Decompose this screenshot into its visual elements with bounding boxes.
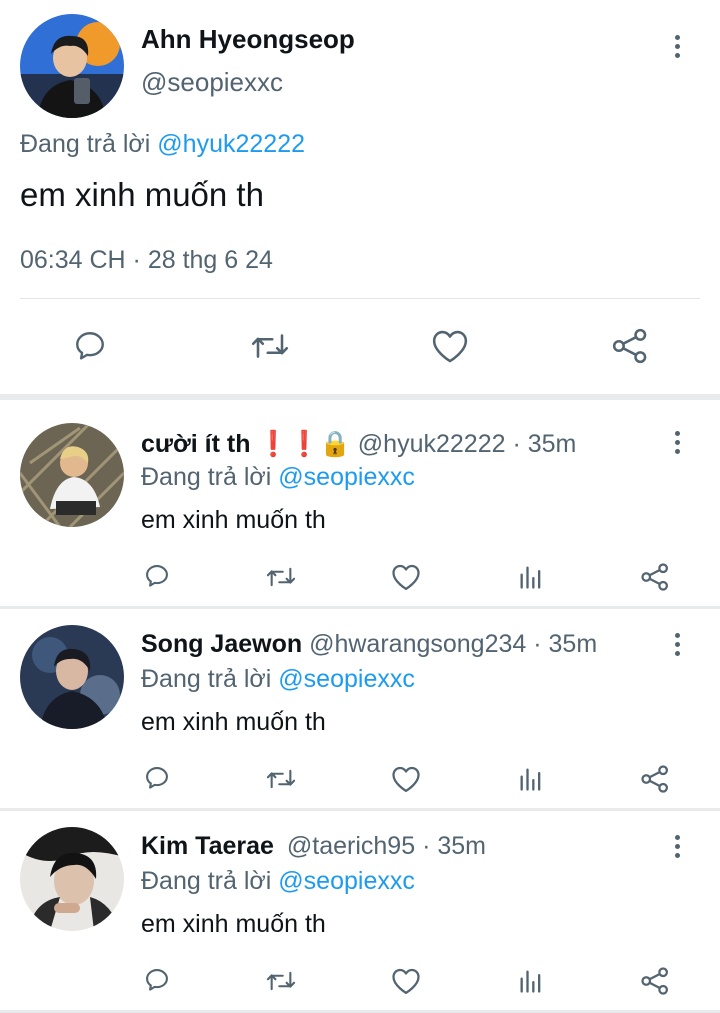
like-icon[interactable] bbox=[431, 328, 469, 364]
display-name[interactable]: Ahn Hyeongseop bbox=[141, 24, 355, 54]
display-name[interactable]: cười ít th bbox=[141, 430, 251, 458]
tweet-text: em xinh muốn th bbox=[20, 176, 264, 213]
retweet-icon[interactable] bbox=[250, 328, 290, 364]
analytics-icon[interactable] bbox=[517, 967, 545, 995]
reply-prefix: Đang trả lời bbox=[20, 130, 151, 158]
retweet-icon[interactable] bbox=[265, 563, 297, 591]
more-options-icon[interactable] bbox=[675, 835, 683, 862]
user-handle[interactable]: @hyuk22222 bbox=[358, 430, 506, 458]
reply-to-link[interactable]: @seopiexxc bbox=[278, 867, 415, 895]
avatar[interactable] bbox=[20, 827, 124, 931]
reply-context: Đang trả lời @seopiexxc bbox=[141, 461, 415, 493]
avatar[interactable] bbox=[20, 423, 124, 527]
tweet-text: em xinh muốn th bbox=[141, 708, 326, 736]
emoji-badges: ❗❗🔒 bbox=[257, 430, 351, 458]
reply-prefix: Đang trả lời bbox=[141, 463, 272, 491]
tweet-timestamp: 06:34 CH · 28 thg 6 24 bbox=[20, 246, 273, 274]
user-handle[interactable]: @seopiexxc bbox=[141, 66, 283, 98]
tweet-text: em xinh muốn th bbox=[141, 506, 326, 534]
like-icon[interactable] bbox=[391, 967, 421, 995]
like-icon[interactable] bbox=[391, 563, 421, 591]
share-icon[interactable] bbox=[640, 966, 670, 996]
reply-prefix: Đang trả lời bbox=[141, 665, 272, 693]
more-options-icon[interactable] bbox=[675, 35, 683, 62]
tweet-text: em xinh muốn th bbox=[141, 910, 326, 938]
reply-header: cười ít th ❗❗🔒 @hyuk22222 · 35m bbox=[141, 428, 576, 460]
reply-to-link[interactable]: @hyuk22222 bbox=[157, 130, 305, 158]
section-divider bbox=[0, 394, 720, 400]
reply-time: · 35m bbox=[533, 630, 598, 658]
user-handle[interactable]: @hwarangsong234 bbox=[309, 630, 526, 658]
section-divider bbox=[0, 808, 720, 811]
display-name[interactable]: Kim Taerae bbox=[141, 832, 274, 860]
section-divider bbox=[0, 606, 720, 609]
reply-prefix: Đang trả lời bbox=[141, 867, 272, 895]
like-icon[interactable] bbox=[391, 765, 421, 793]
divider bbox=[20, 298, 700, 299]
reply-to-link[interactable]: @seopiexxc bbox=[278, 665, 415, 693]
retweet-icon[interactable] bbox=[265, 967, 297, 995]
reply-header: Kim Taerae @taerich95 · 35m bbox=[141, 830, 486, 862]
retweet-icon[interactable] bbox=[265, 765, 297, 793]
reply-header: Song Jaewon @hwarangsong234 · 35m bbox=[141, 628, 597, 660]
avatar[interactable] bbox=[20, 625, 124, 729]
reply-time: · 35m bbox=[422, 832, 486, 860]
display-name[interactable]: Song Jaewon bbox=[141, 630, 302, 658]
reply-icon[interactable] bbox=[143, 562, 171, 590]
reply-icon[interactable] bbox=[72, 328, 108, 364]
share-icon[interactable] bbox=[640, 562, 670, 592]
analytics-icon[interactable] bbox=[517, 765, 545, 793]
reply-icon[interactable] bbox=[143, 966, 171, 994]
reply-context: Đang trả lời @seopiexxc bbox=[141, 865, 415, 897]
reply-time: · 35m bbox=[512, 430, 577, 458]
avatar[interactable] bbox=[20, 14, 124, 118]
share-icon[interactable] bbox=[611, 327, 649, 365]
user-handle[interactable]: @taerich95 bbox=[287, 832, 415, 860]
share-icon[interactable] bbox=[640, 764, 670, 794]
reply-context: Đang trả lời @hyuk22222 bbox=[20, 128, 305, 160]
reply-to-link[interactable]: @seopiexxc bbox=[278, 463, 415, 491]
more-options-icon[interactable] bbox=[675, 633, 683, 660]
more-options-icon[interactable] bbox=[675, 431, 683, 458]
reply-context: Đang trả lời @seopiexxc bbox=[141, 663, 415, 695]
reply-icon[interactable] bbox=[143, 764, 171, 792]
analytics-icon[interactable] bbox=[517, 563, 545, 591]
